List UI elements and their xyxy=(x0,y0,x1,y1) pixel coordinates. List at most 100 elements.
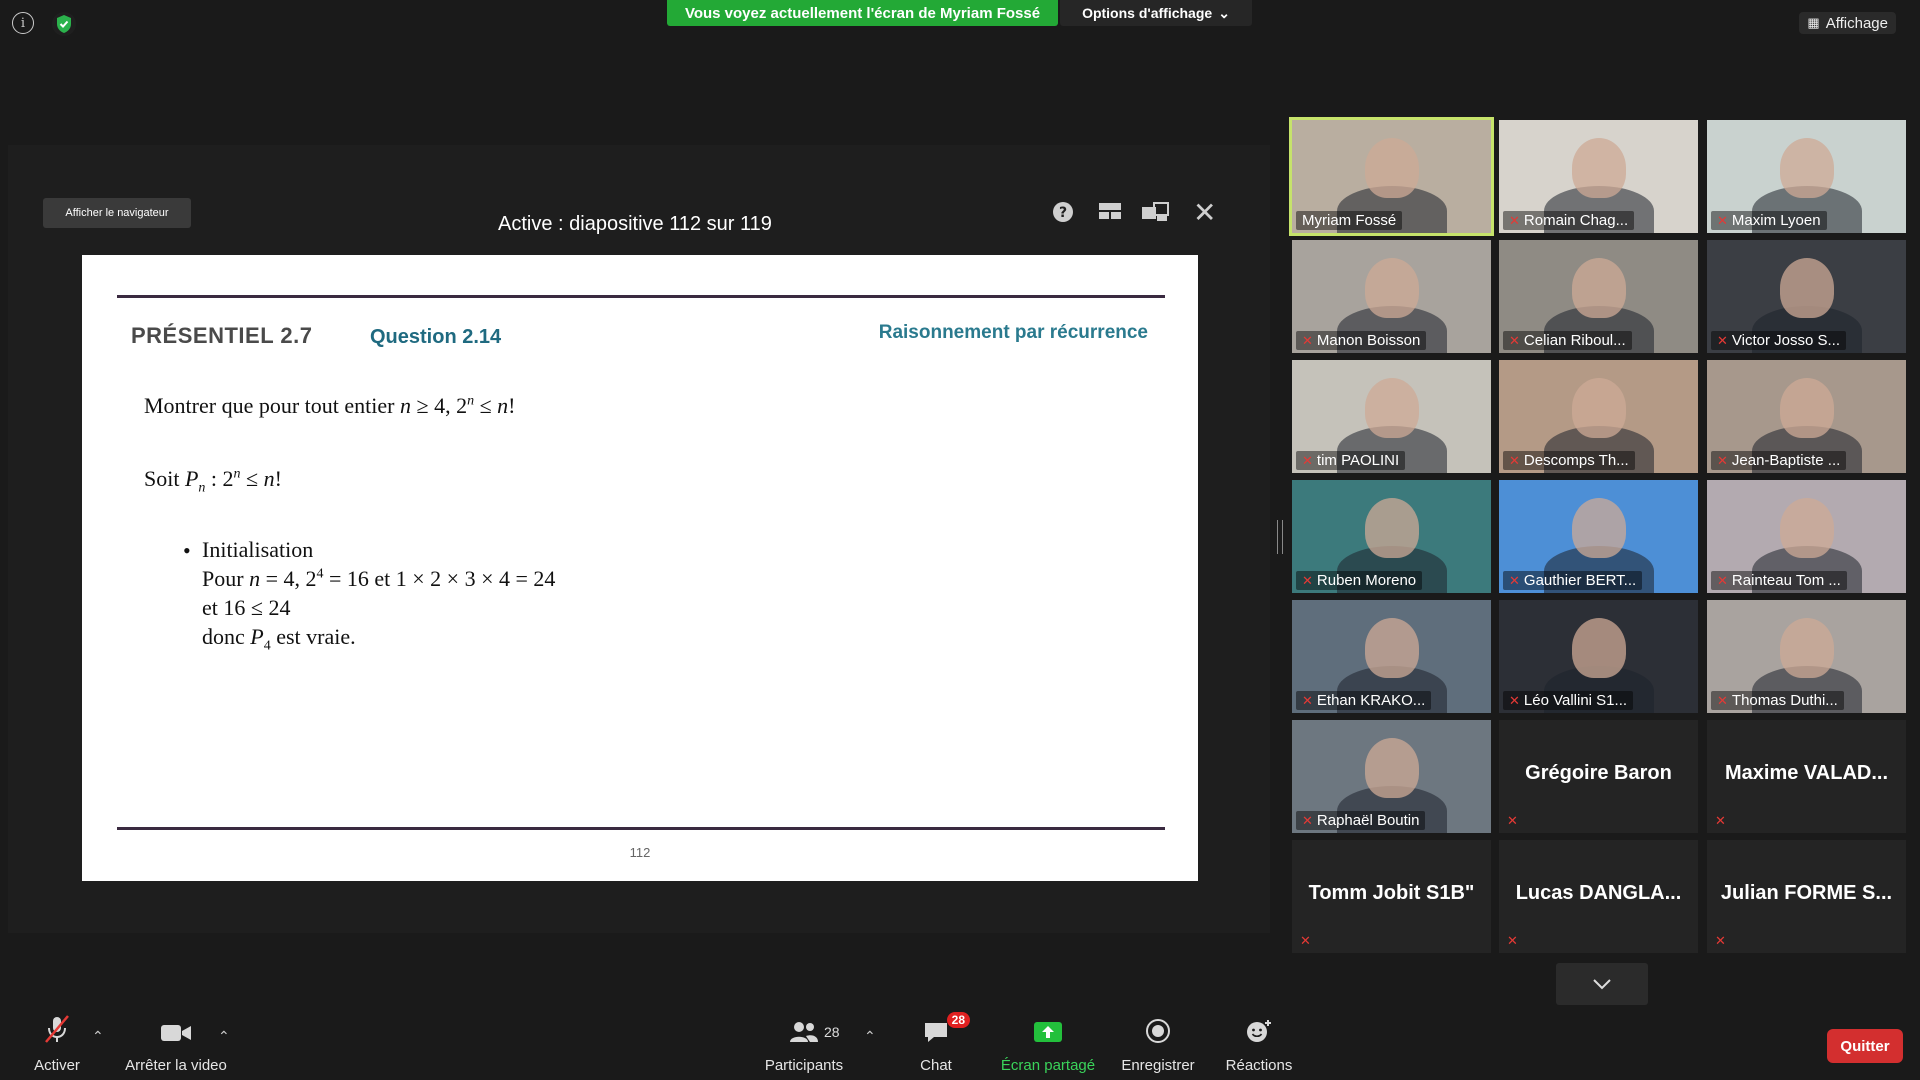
layout-icon[interactable] xyxy=(1098,201,1122,227)
close-icon[interactable]: ✕ xyxy=(1193,196,1216,229)
participant-tile[interactable]: Tomm Jobit S1B" ✕ xyxy=(1292,840,1491,953)
stop-video-button[interactable]: Arrêter la video xyxy=(120,1010,232,1080)
slide-page-number: 112 xyxy=(629,845,651,860)
gallery-next-page-button[interactable] xyxy=(1556,963,1648,1005)
participant-name: Maxim Lyoen xyxy=(1731,212,1821,229)
participant-tile[interactable]: ✕ Léo Vallini S1... xyxy=(1499,600,1698,713)
slide-question-title: Question 2.14 xyxy=(370,326,502,348)
participant-tile[interactable]: Julian FORME S... ✕ xyxy=(1707,840,1906,953)
shield-icon[interactable] xyxy=(52,12,76,36)
participant-tile[interactable]: ✕ Raphaël Boutin xyxy=(1292,720,1491,833)
mic-muted-icon: ✕ xyxy=(1509,692,1520,708)
record-button[interactable]: Enregistrer xyxy=(1118,1010,1198,1080)
view-button[interactable]: ▦ Affichage xyxy=(1799,12,1896,34)
screen-share-banner: Vous voyez actuellement l'écran de Myria… xyxy=(667,0,1058,26)
mic-muted-icon: ✕ xyxy=(1717,332,1728,348)
participants-count: 28 xyxy=(824,1024,840,1040)
audio-options-caret-icon[interactable]: ⌃ xyxy=(92,1028,104,1045)
share-screen-button[interactable]: Écran partagé xyxy=(998,1010,1098,1080)
participant-tile[interactable]: Grégoire Baron ✕ xyxy=(1499,720,1698,833)
participant-tile[interactable]: ✕ Thomas Duthi... xyxy=(1707,600,1906,713)
participants-button[interactable]: 28 Participants xyxy=(762,1010,846,1080)
participant-tile[interactable]: ✕ Ruben Moreno xyxy=(1292,480,1491,593)
participant-tile[interactable]: ✕ Jean-Baptiste ... xyxy=(1707,360,1906,473)
participant-name-label: ✕ Manon Boisson xyxy=(1296,331,1427,350)
participant-name-label: ✕ Gauthier BERT... xyxy=(1503,571,1643,590)
participant-name: Tomm Jobit S1B" xyxy=(1308,882,1475,904)
participant-face xyxy=(1572,498,1626,558)
slide-topic-title: Raisonnement par récurrence xyxy=(878,322,1148,343)
slide-section-title: PRÉSENTIEL 2.7 xyxy=(131,323,313,348)
participant-name: Celian Riboul... xyxy=(1523,332,1626,349)
participant-name: Romain Chag... xyxy=(1523,212,1629,229)
participant-name-label: ✕ Léo Vallini S1... xyxy=(1503,691,1634,710)
participant-face xyxy=(1365,378,1419,438)
leave-meeting-button[interactable]: Quitter xyxy=(1827,1029,1903,1063)
mic-muted-icon: ✕ xyxy=(1717,212,1728,228)
mic-muted-icon: ✕ xyxy=(1507,813,1518,828)
participant-name-label: ✕ Thomas Duthi... xyxy=(1711,691,1844,710)
participant-name-label: ✕ Maxim Lyoen xyxy=(1711,211,1827,230)
participant-name: Lucas DANGLA... xyxy=(1515,882,1682,904)
swap-screens-icon[interactable] xyxy=(1140,201,1170,229)
participant-name: Léo Vallini S1... xyxy=(1523,692,1628,709)
participant-tile[interactable]: ✕ Victor Josso S... xyxy=(1707,240,1906,353)
participant-face xyxy=(1780,378,1834,438)
participant-tile[interactable]: Lucas DANGLA... ✕ xyxy=(1499,840,1698,953)
record-label: Enregistrer xyxy=(1121,1057,1195,1074)
participant-tile[interactable]: ✕ Manon Boisson xyxy=(1292,240,1491,353)
resize-handle[interactable] xyxy=(1277,520,1283,554)
participant-tile[interactable]: ✕ Gauthier BERT... xyxy=(1499,480,1698,593)
participants-icon: 28 xyxy=(788,1020,840,1051)
grid-icon: ▦ xyxy=(1807,15,1820,30)
view-options-dropdown[interactable]: Options d'affichage ⌄ xyxy=(1060,0,1252,26)
mic-muted-icon: ✕ xyxy=(1509,452,1520,468)
slide-definition: Soit Pn : 2n ≤ n! xyxy=(144,466,282,496)
mic-muted-icon: ✕ xyxy=(1717,452,1728,468)
participant-name-label: ✕ Romain Chag... xyxy=(1503,211,1635,230)
chat-bubble-icon: 28 xyxy=(922,1012,970,1051)
shared-screen: Afficher le navigateur Active : diaposit… xyxy=(8,145,1270,933)
view-options-label: Options d'affichage xyxy=(1082,5,1213,21)
participant-tile[interactable]: ✕ Rainteau Tom ... xyxy=(1707,480,1906,593)
participant-name: Thomas Duthi... xyxy=(1731,692,1838,709)
mic-muted-icon: ✕ xyxy=(1509,212,1520,228)
participants-options-caret-icon[interactable]: ⌃ xyxy=(864,1028,876,1045)
unmute-label: Activer xyxy=(34,1057,80,1074)
participant-face xyxy=(1365,618,1419,678)
mic-muted-icon: ✕ xyxy=(1302,332,1313,348)
video-options-caret-icon[interactable]: ⌃ xyxy=(218,1028,230,1045)
meeting-toolbar: Activer ⌃ Arrêter la video ⌃ 28 Particip… xyxy=(0,1010,1920,1080)
help-icon[interactable]: ? xyxy=(1052,201,1074,229)
participant-face xyxy=(1780,138,1834,198)
participant-name-label: Myriam Fossé xyxy=(1296,211,1403,230)
mic-muted-icon: ✕ xyxy=(1509,332,1520,348)
share-screen-icon xyxy=(1033,1020,1063,1051)
participant-tile[interactable]: Myriam Fossé xyxy=(1289,117,1494,236)
chat-button[interactable]: 28 Chat xyxy=(912,1010,970,1080)
unmute-button[interactable]: Activer xyxy=(32,1010,82,1080)
mic-muted-icon: ✕ xyxy=(1507,933,1518,948)
participant-name: Rainteau Tom ... xyxy=(1731,572,1841,589)
participant-tile[interactable]: ✕ Descomps Th... xyxy=(1499,360,1698,473)
share-screen-label: Écran partagé xyxy=(1000,1057,1096,1074)
participant-name: Gauthier BERT... xyxy=(1523,572,1637,589)
participant-name: Victor Josso S... xyxy=(1731,332,1841,349)
participant-face xyxy=(1780,498,1834,558)
participant-tile[interactable]: Maxime VALAD... ✕ xyxy=(1707,720,1906,833)
participant-name-label: ✕ Descomps Th... xyxy=(1503,451,1635,470)
mic-muted-icon: ✕ xyxy=(1717,692,1728,708)
participant-tile[interactable]: ✕ Romain Chag... xyxy=(1499,120,1698,233)
mic-muted-icon: ✕ xyxy=(1302,572,1313,588)
participant-tile[interactable]: ✕ tim PAOLINI xyxy=(1292,360,1491,473)
info-icon[interactable]: i xyxy=(12,12,34,34)
mic-muted-icon: ✕ xyxy=(1715,933,1726,948)
show-navigator-button[interactable]: Afficher le navigateur xyxy=(43,198,191,228)
participant-tile[interactable]: ✕ Maxim Lyoen xyxy=(1707,120,1906,233)
participant-tile[interactable]: ✕ Celian Riboul... xyxy=(1499,240,1698,353)
reactions-button[interactable]: Réactions xyxy=(1222,1010,1296,1080)
participant-face xyxy=(1365,138,1419,198)
slide-status: Active : diapositive 112 sur 119 xyxy=(498,213,772,235)
slide-step-title: Initialisation xyxy=(202,537,314,562)
participant-tile[interactable]: ✕ Ethan KRAKO... xyxy=(1292,600,1491,713)
